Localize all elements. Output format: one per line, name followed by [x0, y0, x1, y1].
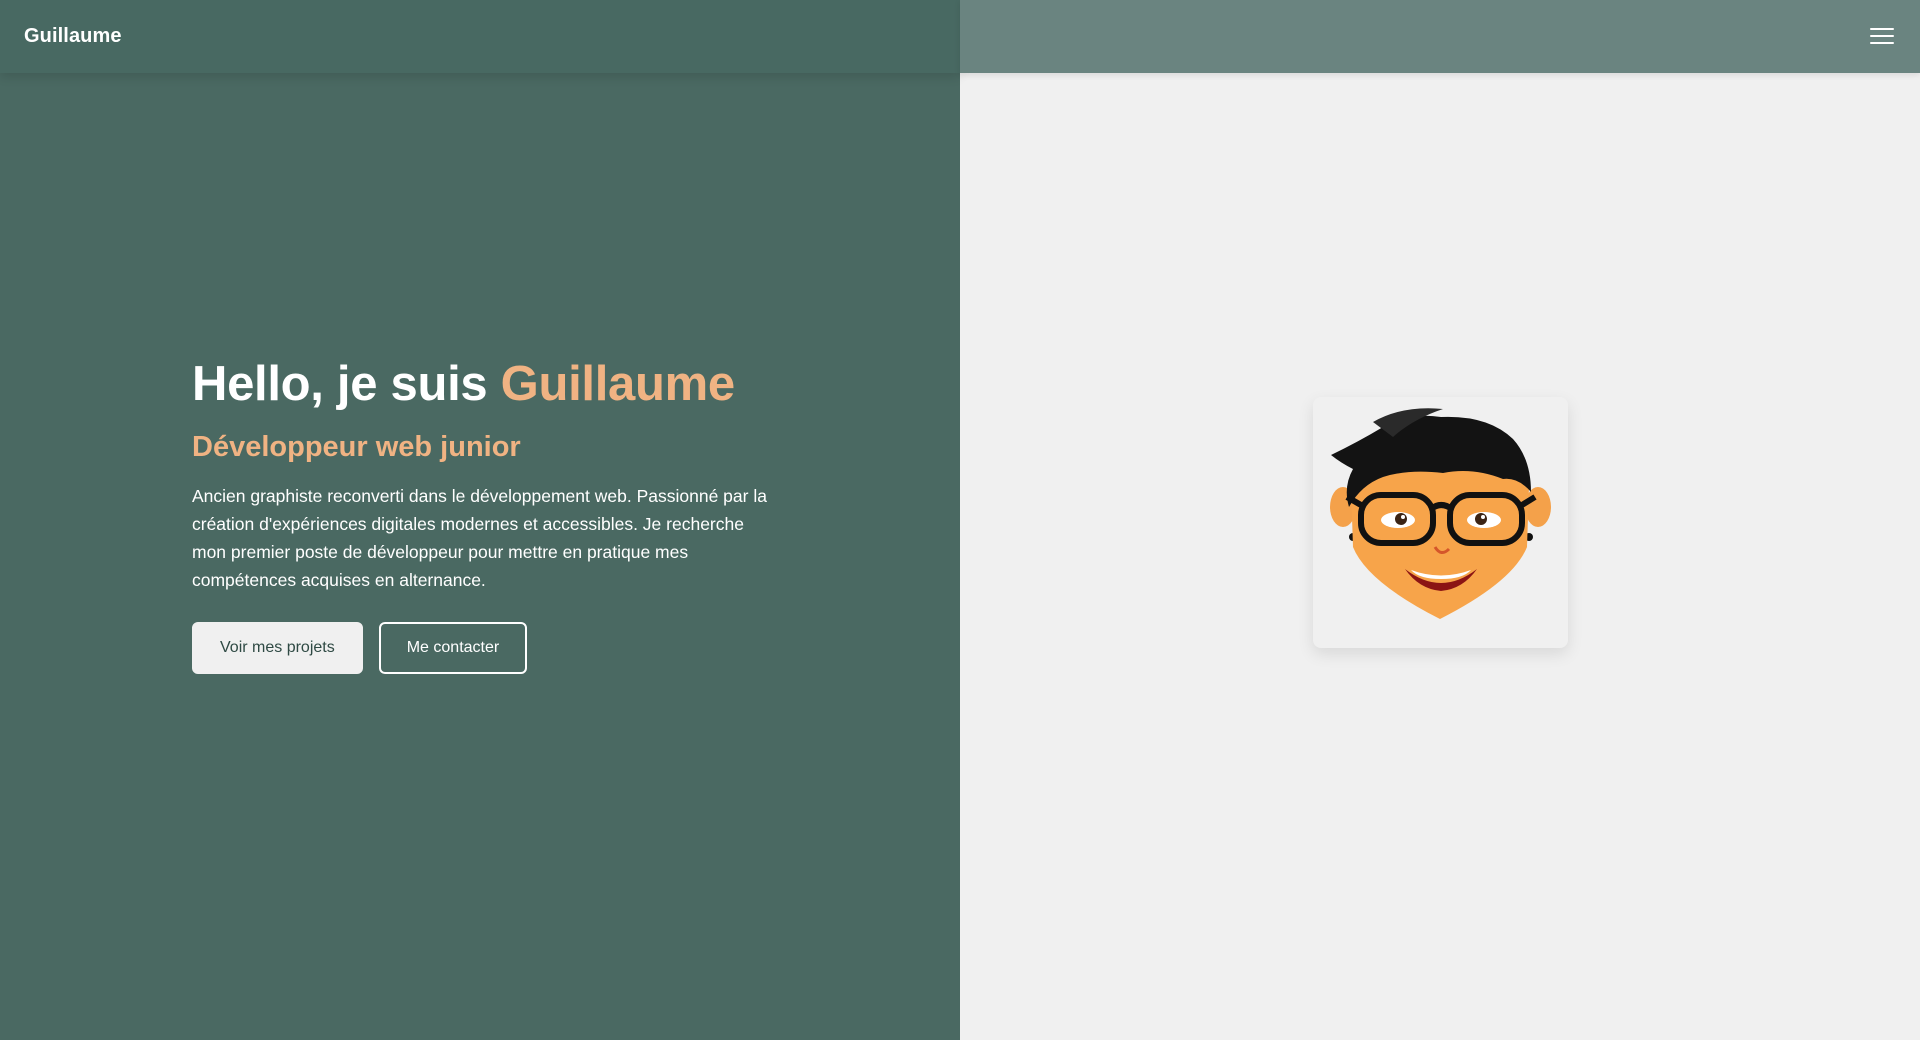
view-projects-button[interactable]: Voir mes projets — [192, 622, 363, 674]
hamburger-menu-icon[interactable] — [1868, 24, 1896, 48]
hero-title-prefix: Hello, je suis — [192, 357, 501, 411]
hero-title: Hello, je suis Guillaume — [192, 350, 782, 418]
navbar: Guillaume — [0, 0, 1920, 73]
hero-description: Ancien graphiste reconverti dans le déve… — [192, 486, 767, 590]
hero-section: Hello, je suis Guillaume Développeur web… — [192, 350, 782, 674]
contact-button[interactable]: Me contacter — [378, 622, 528, 674]
hero-subtitle: Développeur web junior — [192, 431, 521, 463]
navbar-right-section — [960, 0, 1920, 73]
hero-title-name: Guillaume — [500, 357, 736, 411]
hero-actions: Voir mes projets Me contacter — [192, 622, 782, 674]
page: Guillaume Hello, je suis Guillaume Dével… — [0, 0, 1920, 1040]
cartoon-avatar-illustration — [1330, 408, 1551, 619]
avatar-card — [1313, 397, 1568, 648]
navbar-left-section: Guillaume — [0, 0, 960, 73]
brand-logo[interactable]: Guillaume — [24, 0, 122, 73]
